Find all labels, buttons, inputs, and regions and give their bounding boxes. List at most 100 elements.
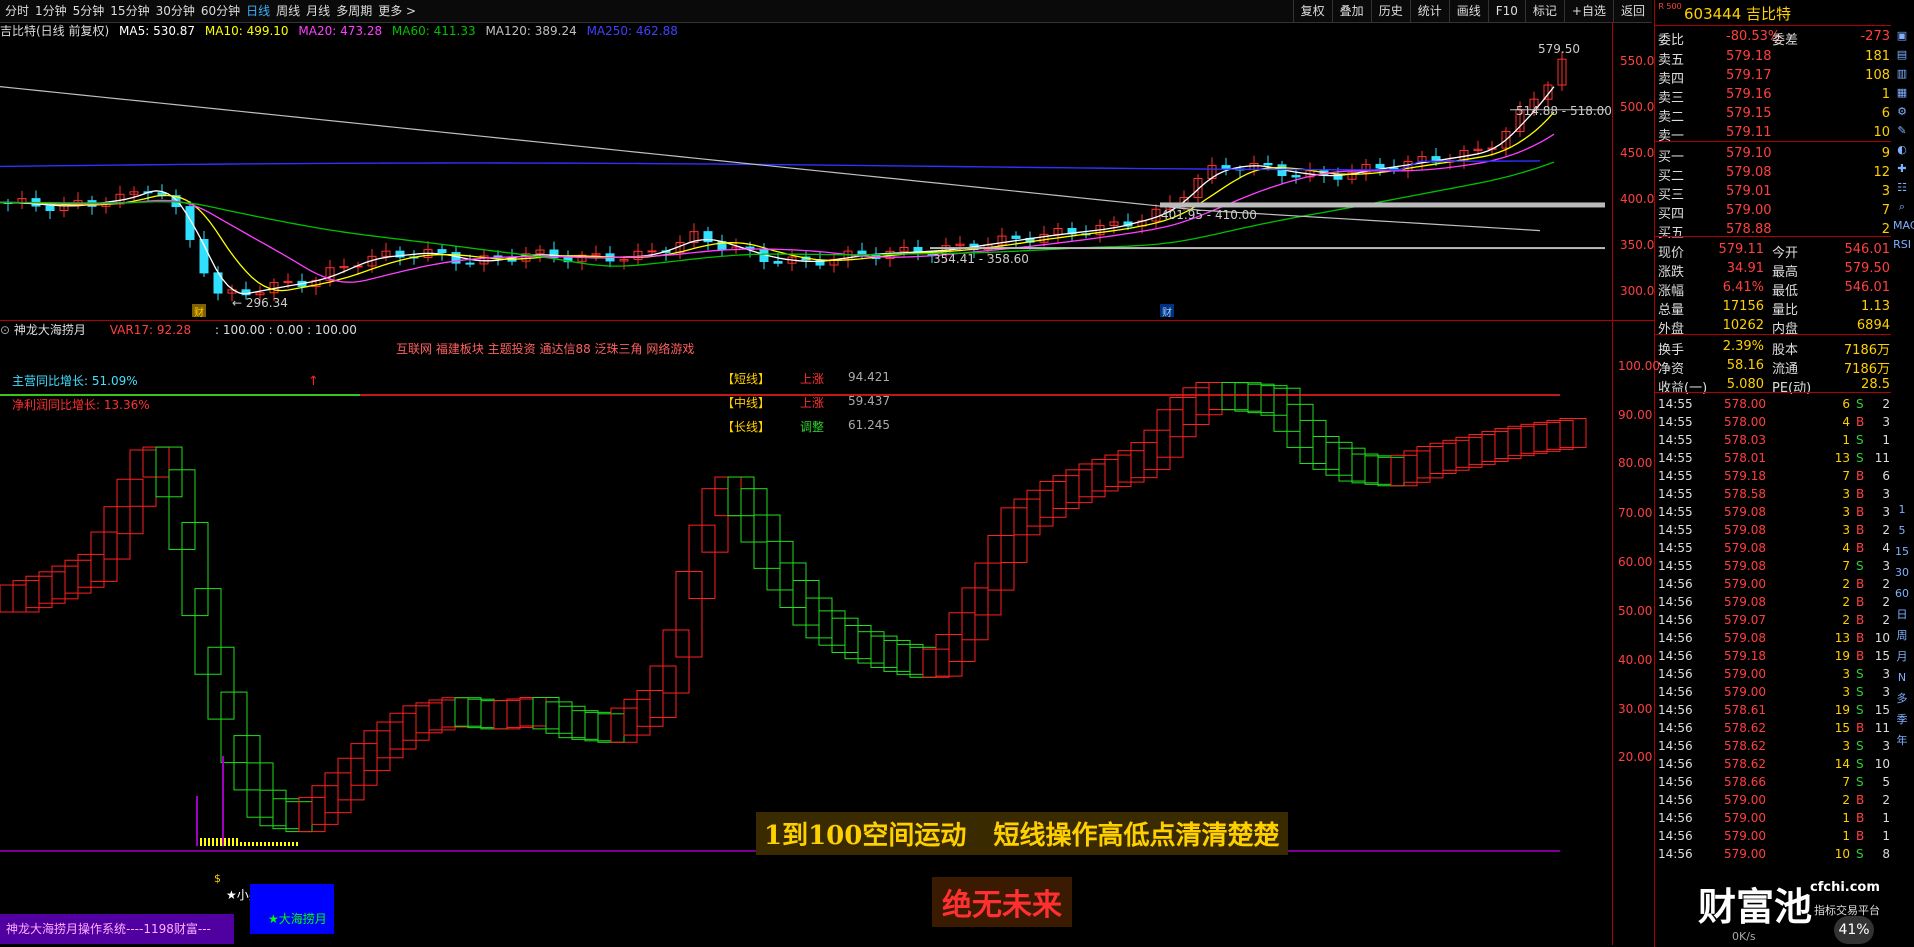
side-period-button[interactable]: 5 xyxy=(1893,523,1911,539)
tick-count: 2 xyxy=(1882,577,1890,591)
bids-price: 579.10 xyxy=(1726,146,1772,161)
indicator-toggle-icon[interactable]: ⊙ xyxy=(0,323,14,337)
side-tool-icon[interactable]: ⌕ xyxy=(1893,199,1911,215)
high-label: 579.50 xyxy=(1538,42,1580,56)
timeframe-tab[interactable]: 60分钟 xyxy=(198,0,243,22)
timeframe-tab[interactable]: 30分钟 xyxy=(153,0,198,22)
side-period-button[interactable]: 日 xyxy=(1893,607,1911,623)
side-period-button[interactable]: N xyxy=(1893,670,1911,686)
timeframe-tab[interactable]: 1分钟 xyxy=(32,0,70,22)
volume-bar xyxy=(252,842,254,846)
side-period-button[interactable]: 1 xyxy=(1893,502,1911,518)
bids-row[interactable]: 买二 579.08 12 xyxy=(1656,165,1890,184)
fin-marker-left[interactable]: 财 xyxy=(192,304,206,319)
side-tool-icon[interactable]: ☷ xyxy=(1893,180,1911,196)
toolbar-button[interactable]: +自选 xyxy=(1563,0,1613,22)
side-tool-icon[interactable]: ✚ xyxy=(1893,161,1911,177)
side-period-button[interactable]: 周 xyxy=(1893,628,1911,644)
timeframe-tab[interactable]: 更多 > xyxy=(375,0,419,22)
range-label-2: 401.95 - 410.00 xyxy=(1161,208,1257,222)
tick-count: 1 xyxy=(1882,829,1890,843)
side-period-button[interactable]: 年 xyxy=(1893,733,1911,749)
asks-row[interactable]: 卖五 579.18 181 xyxy=(1656,49,1890,68)
tick-price: 579.08 xyxy=(1724,595,1766,609)
dollar-marker: $ xyxy=(214,872,221,885)
stock-code[interactable]: 603444 吉比特 xyxy=(1684,3,1791,24)
asks-row[interactable]: 卖四 579.17 108 xyxy=(1656,68,1890,87)
timeframe-tab[interactable]: 多周期 xyxy=(333,0,375,22)
side-tool-icon[interactable]: MACD xyxy=(1893,218,1914,234)
timeframe-tab[interactable]: 分时 xyxy=(2,0,32,22)
side-period-button[interactable]: 30 xyxy=(1893,565,1911,581)
asks-row[interactable]: 卖二 579.15 6 xyxy=(1656,106,1890,125)
candle-body xyxy=(1011,235,1021,239)
tick-side: B xyxy=(1856,793,1865,807)
side-tool-icon[interactable]: RSI xyxy=(1893,237,1911,253)
tick-price: 578.00 xyxy=(1724,415,1766,429)
tick-volume: 7 xyxy=(1842,559,1850,573)
timeframe-tab[interactable]: 日线 xyxy=(243,0,273,22)
tick-volume: 2 xyxy=(1842,793,1850,807)
range-label-1: 514.88 - 518.00 xyxy=(1516,104,1612,118)
toolbar-button[interactable]: 复权 xyxy=(1292,0,1332,22)
tick-row: 14:56 579.00 10 S 8 xyxy=(1656,847,1890,865)
side-period-button[interactable]: 季 xyxy=(1893,712,1911,728)
bids-row[interactable]: 买四 579.00 7 xyxy=(1656,203,1890,222)
side-period-button[interactable]: 60 xyxy=(1893,586,1911,602)
stat-label: 涨跌 xyxy=(1658,265,1685,280)
toolbar-button[interactable]: 历史 xyxy=(1370,0,1410,22)
tick-time: 14:56 xyxy=(1658,847,1693,861)
tick-row: 14:55 579.08 3 B 3 xyxy=(1656,505,1890,523)
asks-row[interactable]: 卖三 579.16 1 xyxy=(1656,87,1890,106)
bids-row[interactable]: 买三 579.01 3 xyxy=(1656,184,1890,203)
timeframe-tab[interactable]: 周线 xyxy=(273,0,303,22)
toolbar-button[interactable]: 标记 xyxy=(1524,0,1564,22)
bids-row[interactable]: 买五 578.88 2 xyxy=(1656,222,1890,241)
tick-volume: 2 xyxy=(1842,577,1850,591)
stat-value: 28.5 xyxy=(1861,377,1890,392)
side-tool-icon[interactable]: ✎ xyxy=(1893,123,1911,139)
tick-row: 14:56 579.00 3 S 3 xyxy=(1656,667,1890,685)
side-period-button[interactable]: 月 xyxy=(1893,649,1911,665)
toolbar-button[interactable]: 叠加 xyxy=(1331,0,1371,22)
tick-time: 14:55 xyxy=(1658,469,1693,483)
toolbar-button[interactable]: F10 xyxy=(1487,0,1525,22)
indicator-header: ⊙ 神龙大海捞月 VAR17: 92.28 : 100.00 : 0.00 : … xyxy=(0,322,357,338)
side-tool-icon[interactable]: ▤ xyxy=(1893,47,1911,63)
stat-row: 总量 17156 量比 1.13 xyxy=(1656,299,1890,318)
side-tool-icon[interactable]: ▣ xyxy=(1893,28,1911,44)
volume-bar xyxy=(296,842,298,846)
tick-side: B xyxy=(1856,505,1865,519)
tick-time: 14:56 xyxy=(1658,793,1693,807)
toolbar-button[interactable]: 返回 xyxy=(1612,0,1652,22)
fin-marker-right[interactable]: 财 xyxy=(1160,304,1174,319)
tick-time: 14:56 xyxy=(1658,811,1693,825)
price-chart[interactable] xyxy=(0,40,1612,320)
tick-price: 579.00 xyxy=(1724,829,1766,843)
side-period-button[interactable]: 多 xyxy=(1893,691,1911,707)
stat-row: 换手 2.39% 股本 7186万 xyxy=(1656,339,1890,358)
tick-volume: 4 xyxy=(1842,415,1850,429)
side-tool-icon[interactable]: ◐ xyxy=(1893,142,1911,158)
timeframe-tab[interactable]: 月线 xyxy=(303,0,333,22)
tick-side: B xyxy=(1856,649,1865,663)
tick-time: 14:56 xyxy=(1658,631,1693,645)
indicator-name[interactable]: 神龙大海捞月 xyxy=(14,323,86,337)
panel-divider xyxy=(0,320,1654,321)
side-tool-icon[interactable]: ▦ xyxy=(1893,85,1911,101)
asks-volume: 1 xyxy=(1881,87,1890,102)
bids-row[interactable]: 买一 579.10 9 xyxy=(1656,146,1890,165)
tick-volume: 19 xyxy=(1834,703,1850,717)
indicator-tick: 20.00 xyxy=(1618,750,1653,764)
webi-row: 委比 -80.53% 委差 -273 xyxy=(1656,29,1890,48)
toolbar-button[interactable]: 统计 xyxy=(1409,0,1449,22)
side-tool-icon[interactable]: ▥ xyxy=(1893,66,1911,82)
side-period-button[interactable]: 15 xyxy=(1893,544,1911,560)
volume-bar xyxy=(276,842,278,846)
timeframe-tab[interactable]: 5分钟 xyxy=(70,0,108,22)
toolbar-button[interactable]: 画线 xyxy=(1448,0,1488,22)
volume-bar xyxy=(248,842,250,846)
stat-value: 6894 xyxy=(1856,318,1890,333)
timeframe-tab[interactable]: 15分钟 xyxy=(107,0,152,22)
side-tool-icon[interactable]: ⚙ xyxy=(1893,104,1911,120)
